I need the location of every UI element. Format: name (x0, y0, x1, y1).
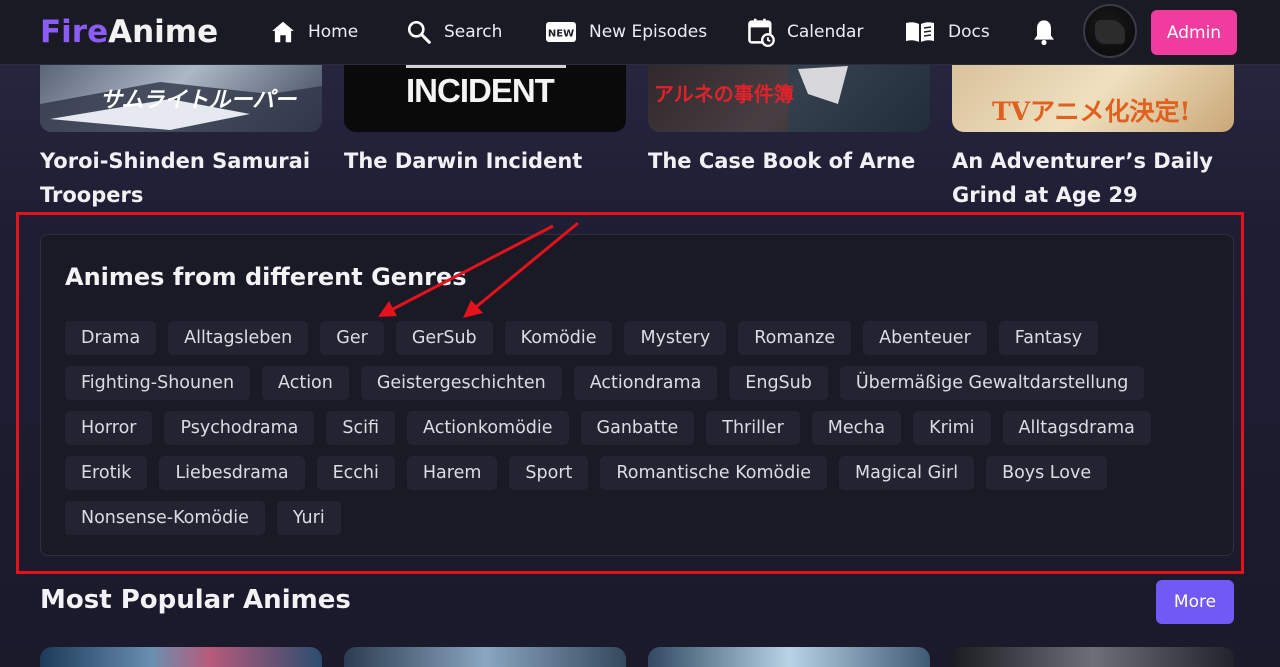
genre-chip[interactable]: Liebesdrama (159, 456, 305, 490)
genre-chip[interactable]: Mecha (811, 411, 902, 445)
genre-chip[interactable]: Übermäßige Gewaltdarstellung (839, 366, 1145, 400)
nav-calendar[interactable]: Calendar (747, 14, 863, 50)
anime-card[interactable]: INCIDENT The Darwin Incident (344, 64, 626, 178)
genre-chip[interactable]: Nonsense-Komödie (65, 501, 265, 535)
logo-anime-text: Anime (108, 14, 219, 50)
genre-chip[interactable]: Yuri (276, 501, 341, 535)
genre-chip[interactable]: Fighting-Shounen (65, 366, 251, 400)
new-badge-icon: NEW (546, 22, 576, 42)
genre-chip[interactable]: Mystery (624, 321, 727, 355)
nav-search-label: Search (444, 22, 503, 42)
genre-chip[interactable]: Alltagsleben (168, 321, 309, 355)
genre-chip[interactable]: Boys Love (986, 456, 1108, 490)
avatar-image (1095, 20, 1125, 44)
bell-icon[interactable] (1030, 18, 1058, 46)
anime-card-thumbnail[interactable]: INCIDENT (344, 64, 626, 132)
nav-new-episodes[interactable]: NEW New Episodes (545, 14, 707, 50)
nav-home-label: Home (308, 22, 359, 42)
genre-chip[interactable]: GerSub (395, 321, 493, 355)
nav-search[interactable]: Search (406, 14, 502, 50)
calendar-icon (748, 18, 775, 47)
anime-card-thumbnail[interactable]: サムライトルーパー (40, 64, 322, 132)
nav-calendar-label: Calendar (787, 22, 864, 42)
anime-card-thumb-text: アルネの事件簿 (654, 82, 794, 106)
avatar[interactable] (1083, 4, 1137, 58)
top-navbar: FireAnime Home Search NEW New Episodes C (0, 0, 1280, 65)
genre-chip[interactable]: Krimi (913, 411, 991, 445)
anime-card-thumb-text: TVアニメ化決定! (992, 97, 1191, 126)
genre-chip[interactable]: Scifi (326, 411, 396, 445)
home-icon (272, 21, 294, 43)
new-badge-text: NEW (548, 29, 574, 40)
anime-card-thumbnail[interactable]: アルネの事件簿 (648, 64, 930, 132)
popular-anime-thumbnail[interactable] (952, 647, 1234, 667)
anime-card[interactable]: サムライトルーパー Yoroi-Shinden Samurai Troopers (40, 64, 322, 212)
genre-chip[interactable]: Komödie (504, 321, 613, 355)
book-icon (906, 22, 934, 42)
genre-chip[interactable]: Sport (509, 456, 589, 490)
genre-chip[interactable]: Drama (65, 321, 157, 355)
genre-chip[interactable]: Ger (320, 321, 384, 355)
genre-chip[interactable]: Actiondrama (573, 366, 718, 400)
anime-card-title[interactable]: Yoroi-Shinden Samurai Troopers (40, 144, 322, 212)
genre-chip[interactable]: EngSub (729, 366, 828, 400)
nav-new-episodes-label: New Episodes (589, 22, 708, 42)
genre-chip[interactable]: Ganbatte (580, 411, 695, 445)
genre-chip[interactable]: Horror (65, 411, 153, 445)
genre-chip[interactable]: Thriller (706, 411, 800, 445)
nav-home[interactable]: Home (270, 14, 358, 50)
genre-chip[interactable]: Abenteuer (863, 321, 987, 355)
anime-card-thumb-text: サムライトルーパー (100, 88, 297, 113)
genre-chip[interactable]: Alltagsdrama (1002, 411, 1151, 445)
anime-card-thumbnail[interactable]: TVアニメ化決定! (952, 64, 1234, 132)
genre-list: Drama Alltagsleben Ger GerSub Komödie Mystery… (65, 321, 1205, 535)
genre-chip[interactable]: Fantasy (998, 321, 1099, 355)
anime-card[interactable]: アルネの事件簿 The Case Book of Arne (648, 64, 930, 178)
admin-button[interactable]: Admin (1151, 10, 1237, 55)
genre-chip[interactable]: Actionkomödie (407, 411, 569, 445)
anime-card-title[interactable]: An Adventurer’s Daily Grind at Age 29 (952, 144, 1234, 212)
popular-anime-thumbnail[interactable] (344, 647, 626, 667)
search-icon (407, 20, 431, 44)
popular-anime-thumbnail[interactable] (648, 647, 930, 667)
genres-panel: Animes from different Genres Drama Alltag… (40, 234, 1234, 556)
popular-anime-thumbnail[interactable] (40, 647, 322, 667)
genre-chip[interactable]: Erotik (65, 456, 148, 490)
genre-chip[interactable]: Geistergeschichten (360, 366, 562, 400)
genre-chip[interactable]: Psychodrama (164, 411, 315, 445)
genre-chip[interactable]: Harem (406, 456, 498, 490)
nav-docs[interactable]: Docs (904, 14, 990, 50)
anime-card-title[interactable]: The Darwin Incident (344, 144, 626, 178)
nav-docs-label: Docs (948, 22, 990, 42)
more-button[interactable]: More (1156, 580, 1234, 624)
anime-card-title[interactable]: The Case Book of Arne (648, 144, 930, 178)
genre-chip[interactable]: Magical Girl (839, 456, 975, 490)
logo-fire-text: Fire (40, 14, 109, 50)
anime-card[interactable]: TVアニメ化決定! An Adventurer’s Daily Grind at… (952, 64, 1234, 212)
genres-title: Animes from different Genres (65, 263, 467, 291)
genre-chip[interactable]: Action (262, 366, 349, 400)
most-popular-title: Most Popular Animes (40, 585, 351, 615)
genre-chip[interactable]: Romanze (738, 321, 852, 355)
anime-card-thumb-text: INCIDENT (406, 72, 555, 109)
site-logo[interactable]: FireAnime (40, 12, 218, 52)
genre-chip[interactable]: Ecchi (316, 456, 395, 490)
genre-chip[interactable]: Romantische Komödie (600, 456, 828, 490)
